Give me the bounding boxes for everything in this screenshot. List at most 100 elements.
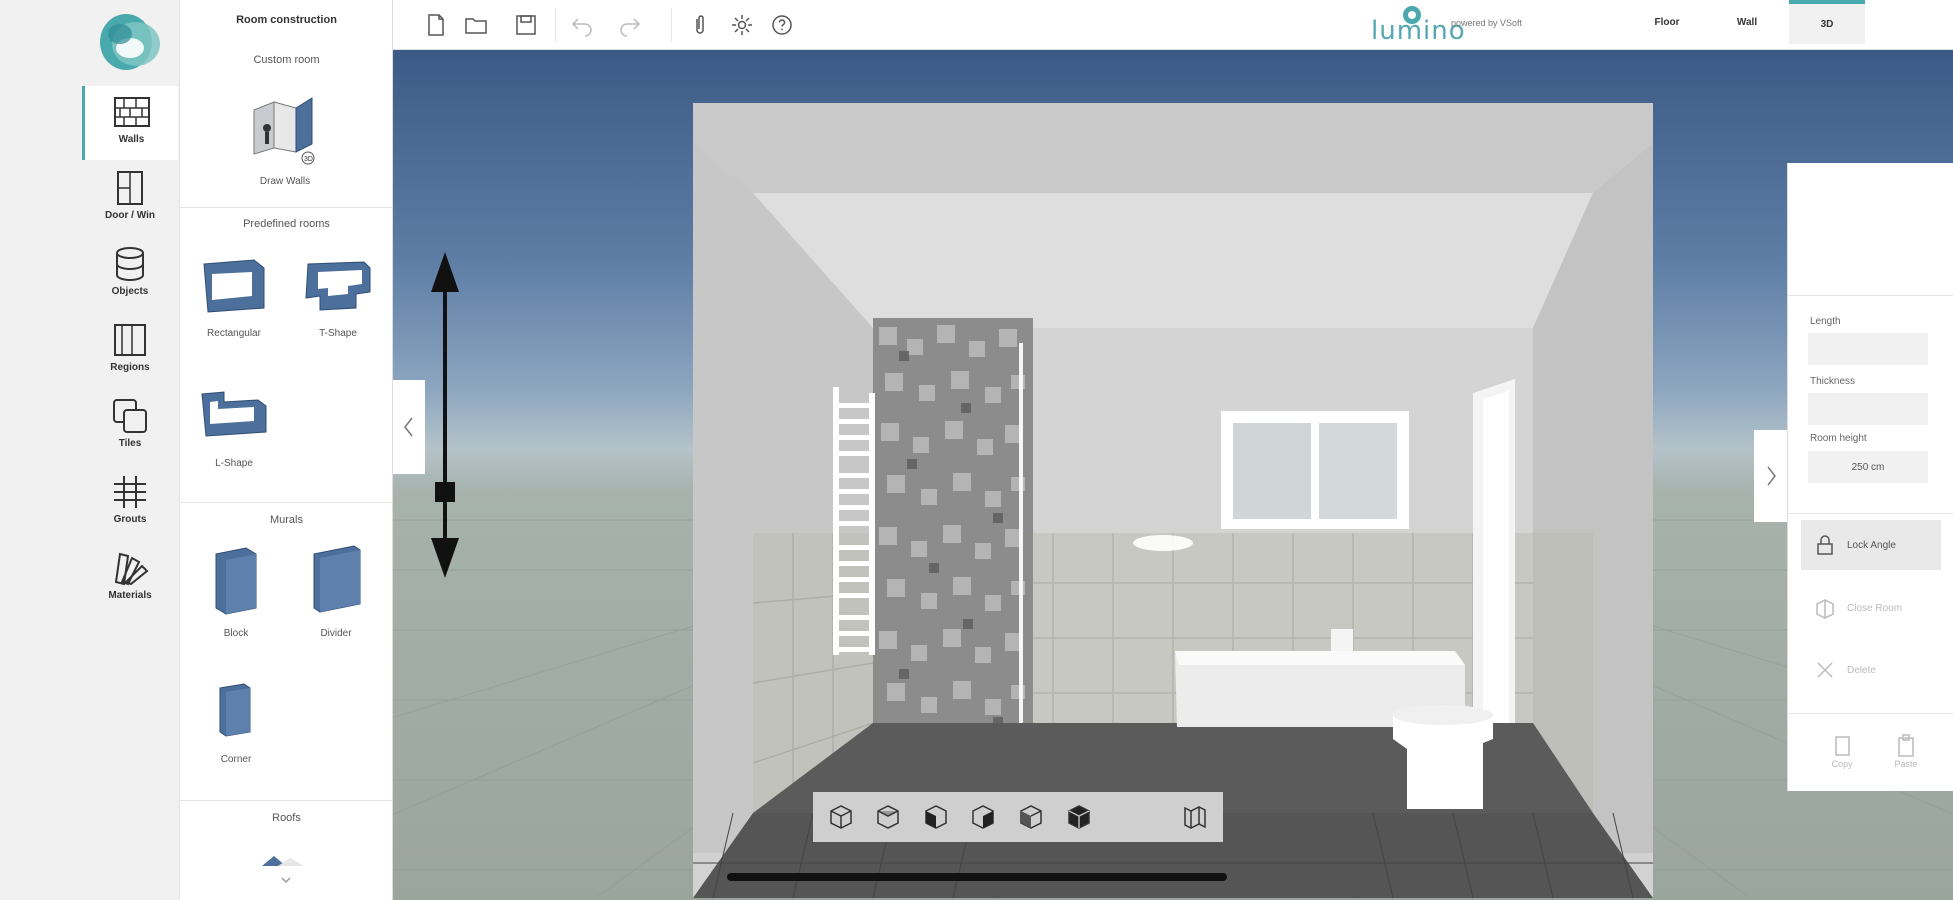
walkthrough-button[interactable] [1175,797,1215,837]
rail-item-tiles[interactable]: Tiles [82,390,178,464]
cube-right-icon [972,805,995,829]
rail-label-objects: Objects [111,286,149,297]
block-thumbnail [215,547,257,615]
mural-block[interactable]: Block [206,540,266,639]
view-iso-button[interactable] [1011,797,1051,837]
redo-button[interactable] [615,10,645,40]
view-floor-button[interactable]: Floor [1629,0,1705,44]
length-label: Length [1810,316,1841,327]
block-label: Block [223,628,249,639]
paste-button[interactable]: Paste [1876,733,1936,769]
new-file-button[interactable] [421,10,451,40]
view-back-button[interactable] [1059,797,1099,837]
3d-viewport[interactable] [393,50,1953,900]
section-murals: Murals [269,514,303,526]
rail-item-door-window[interactable]: Door / Win [82,162,178,236]
walls-icon [113,97,150,127]
panel-title: Room construction [236,14,337,26]
new-file-icon [428,14,444,36]
rectangular-label: Rectangular [207,328,261,339]
rectangular-room-thumbnail [203,259,265,313]
materials-icon [114,552,149,586]
room-construction-panel: Room construction Custom room 3D Draw Wa… [180,0,393,900]
help-icon [772,15,792,35]
t-shape-room-thumbnail [305,261,371,311]
rail-item-grouts[interactable]: Grouts [82,466,178,540]
save-button[interactable] [511,10,541,40]
delete-button[interactable]: Delete [1801,645,1941,695]
l-shape-room-thumbnail [201,391,267,437]
l-shape-label: L-Shape [215,458,253,469]
map-icon [1184,806,1206,829]
draw-walls-item[interactable]: 3D Draw Walls [240,88,330,187]
room-height-input[interactable]: 250 cm [1808,451,1928,483]
close-room-label: Close Room [1847,602,1903,614]
view-front-button[interactable] [821,797,861,837]
t-shape-label: T-Shape [319,328,357,339]
rail-item-walls[interactable]: Walls [82,86,178,160]
rail-label-walls: Walls [118,134,145,145]
lock-angle-label: Lock Angle [1847,539,1896,551]
regions-icon [114,324,146,356]
view-3d-button[interactable]: 3D [1789,0,1865,44]
rail-item-materials[interactable]: Materials [82,542,178,616]
lock-angle-button[interactable]: Lock Angle [1801,520,1941,570]
cube-top-icon [877,805,900,829]
section-roofs: Roofs [272,812,301,824]
roof-thumbnail[interactable] [256,846,316,890]
room-t-shape[interactable]: T-Shape [298,250,378,339]
attach-button[interactable] [685,10,715,40]
section-custom-room: Custom room [253,54,320,66]
save-icon [516,15,536,35]
undo-icon [571,18,592,37]
undo-button[interactable] [567,10,597,40]
open-folder-button[interactable] [461,10,491,40]
collapse-properties-button[interactable] [1754,430,1788,522]
copy-icon [1835,736,1850,756]
folder-icon [465,18,487,34]
copy-button[interactable]: Copy [1812,733,1872,769]
corner-label: Corner [220,754,252,765]
view-wall-button[interactable]: Wall [1709,0,1785,44]
help-button[interactable] [767,10,797,40]
draw-walls-label: Draw Walls [259,176,311,187]
rail-label-door-window: Door / Win [105,210,155,221]
properties-panel: Length Thickness Room height 250 cm Lock… [1787,163,1953,791]
bathroom-render[interactable] [693,103,1653,898]
objects-icon [116,247,144,281]
close-room-button[interactable]: Close Room [1801,583,1941,633]
room-height-label: Room height [1810,433,1867,444]
brand-powered-by: powered by VSoft [1451,18,1523,28]
lumino-logo-icon [100,14,160,70]
height-drag-handle[interactable] [425,250,465,580]
svg-text:3D: 3D [304,156,313,163]
room-l-shape[interactable]: L-Shape [194,380,274,469]
room-rectangular[interactable]: Rectangular [194,250,274,339]
tool-rail: Walls Door / Win Objects Regions Tiles G… [0,0,180,900]
mural-corner[interactable]: Corner [206,676,266,765]
tiles-icon [113,399,147,433]
rail-item-objects[interactable]: Objects [82,238,178,312]
settings-button[interactable] [727,10,757,40]
rail-label-materials: Materials [108,590,152,601]
view-top-button[interactable] [869,797,909,837]
collapse-panel-button[interactable] [393,380,425,474]
paste-label: Paste [1894,759,1918,769]
top-toolbar: lumino powered by VSoft Floor Wall 3D [393,0,1953,50]
window [1221,411,1409,529]
cube-front-icon [830,805,852,829]
divider-label: Divider [320,628,352,639]
view-side-right-button[interactable] [964,797,1004,837]
cube-left-icon [925,805,947,829]
section-predefined-rooms: Predefined rooms [243,218,330,230]
home-indicator [727,873,1227,881]
lock-icon [1817,535,1833,555]
clipboard-icon [1898,734,1914,757]
view-side-left-button[interactable] [916,797,956,837]
length-input[interactable] [1808,333,1928,365]
thickness-input[interactable] [1808,393,1928,425]
rail-item-regions[interactable]: Regions [82,314,178,388]
draw-walls-thumbnail: 3D [253,97,315,165]
brand: lumino powered by VSoft [1371,4,1571,48]
mural-divider[interactable]: Divider [306,540,366,639]
